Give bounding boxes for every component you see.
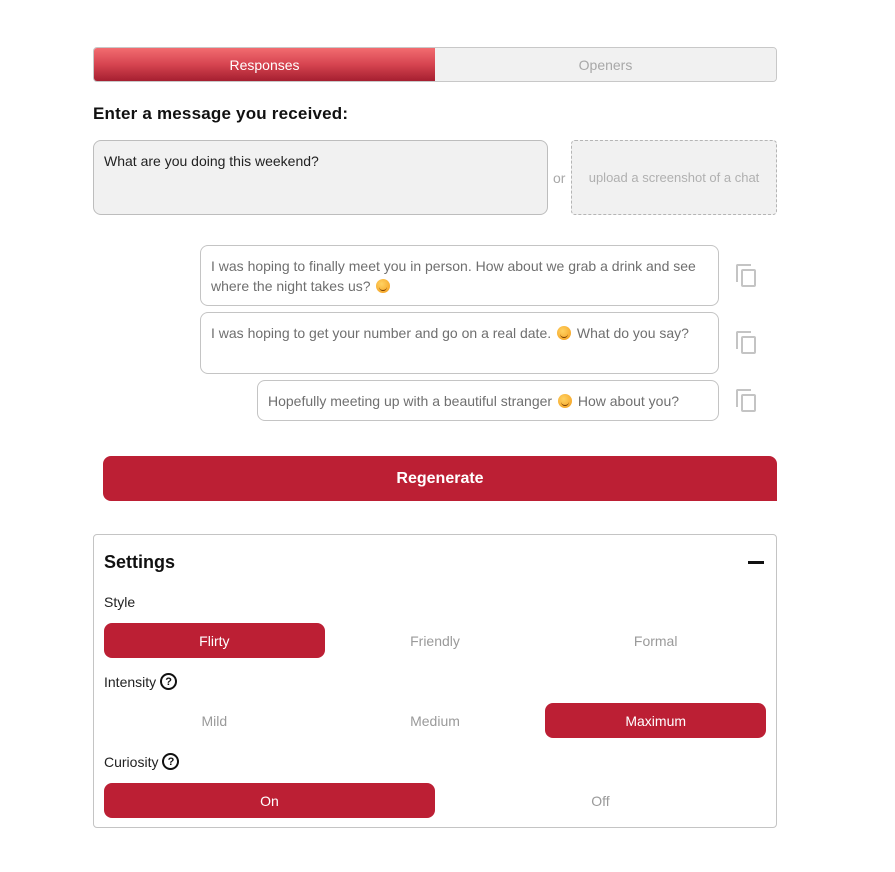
tab-responses[interactable]: Responses <box>94 48 435 81</box>
response-item[interactable]: I was hoping to get your number and go o… <box>200 312 719 374</box>
upload-label: upload a screenshot of a chat <box>588 170 760 185</box>
collapse-minus-icon[interactable] <box>748 561 764 564</box>
style-options: Flirty Friendly Formal <box>104 623 766 658</box>
response-text: I was hoping to finally meet you in pers… <box>211 258 696 294</box>
regenerate-button[interactable]: Regenerate <box>103 456 777 501</box>
response-text: I was hoping to get your number and go o… <box>211 325 552 341</box>
curiosity-option-off[interactable]: Off <box>435 783 766 818</box>
intensity-options: Mild Medium Maximum <box>104 703 767 738</box>
copy-icon[interactable] <box>736 331 758 355</box>
help-question-icon[interactable]: ? <box>162 753 180 770</box>
style-option-flirty[interactable]: Flirty <box>104 623 325 658</box>
response-text-after: What do you say? <box>576 325 689 341</box>
tab-openers[interactable]: Openers <box>435 48 776 81</box>
intensity-option-maximum[interactable]: Maximum <box>545 703 767 738</box>
winking-face-icon <box>376 279 391 293</box>
settings-panel: Settings Style Flirty Friendly Formal In… <box>93 534 777 828</box>
style-option-friendly[interactable]: Friendly <box>325 623 546 658</box>
response-text: Hopefully meeting up with a beautiful st… <box>268 393 553 409</box>
winking-face-icon <box>557 326 572 340</box>
response-item[interactable]: Hopefully meeting up with a beautiful st… <box>257 380 719 421</box>
copy-icon[interactable] <box>736 389 758 413</box>
style-option-formal[interactable]: Formal <box>545 623 766 658</box>
response-text-after: How about you? <box>577 393 680 409</box>
style-label: Style <box>104 594 135 610</box>
curiosity-label-text: Curiosity <box>104 753 159 770</box>
intensity-option-mild[interactable]: Mild <box>104 703 325 738</box>
response-item[interactable]: I was hoping to finally meet you in pers… <box>200 245 719 306</box>
intensity-label-text: Intensity <box>104 673 157 690</box>
settings-title: Settings <box>104 552 176 572</box>
received-message-input[interactable]: What are you doing this weekend? <box>93 140 548 215</box>
curiosity-option-on[interactable]: On <box>104 783 435 818</box>
curiosity-label: Curiosity ? <box>104 753 180 770</box>
intensity-label: Intensity ? <box>104 673 178 690</box>
upload-screenshot-button[interactable]: upload a screenshot of a chat <box>571 140 777 215</box>
help-question-icon[interactable]: ? <box>160 673 178 690</box>
style-label-text: Style <box>104 594 136 610</box>
mode-tabs: Responses Openers <box>93 47 777 82</box>
or-separator: or <box>553 170 566 186</box>
message-prompt-label: Enter a message you received: <box>93 104 349 123</box>
curiosity-options: On Off <box>104 783 766 818</box>
winking-face-icon <box>557 394 572 408</box>
intensity-option-medium[interactable]: Medium <box>325 703 546 738</box>
copy-icon[interactable] <box>736 264 758 288</box>
